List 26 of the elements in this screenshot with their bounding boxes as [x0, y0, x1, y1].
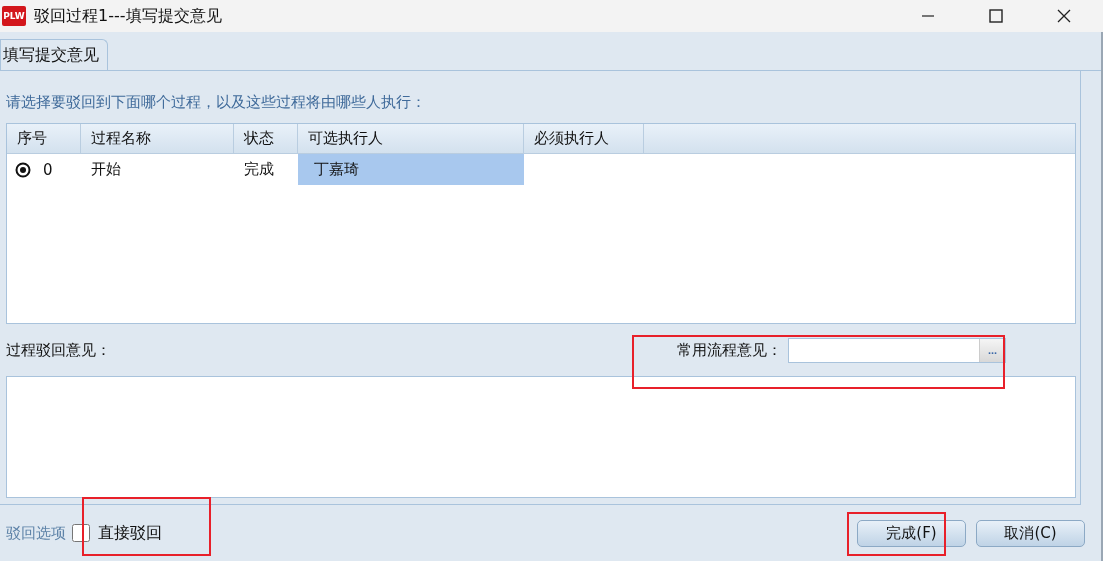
- browse-button[interactable]: ...: [979, 338, 1005, 362]
- options-label: 驳回选项: [6, 523, 66, 543]
- column-header[interactable]: 状态: [234, 124, 298, 153]
- table-cell: 完成: [244, 160, 274, 179]
- opinion-field[interactable]: [6, 376, 1076, 498]
- close-icon[interactable]: [1057, 9, 1071, 23]
- column-header[interactable]: 过程名称: [81, 124, 234, 153]
- checkbox-label[interactable]: 直接驳回: [98, 522, 162, 544]
- maximize-icon[interactable]: [989, 9, 1003, 23]
- column-header[interactable]: 可选执行人: [298, 124, 524, 153]
- instruction-text: 请选择要驳回到下面哪个过程，以及这些过程将由哪些人执行：: [6, 93, 427, 113]
- column-header[interactable]: 序号: [7, 124, 81, 153]
- tab[interactable]: 填写提交意见: [0, 39, 108, 70]
- dialog-button[interactable]: 完成(F): [857, 519, 966, 547]
- table-cell[interactable]: 丁嘉琦: [298, 154, 524, 185]
- table-cell: 开始: [91, 160, 121, 179]
- app-logo: PLW: [2, 6, 26, 26]
- common-opinion-field[interactable]: ...: [788, 337, 1006, 363]
- common-opinion-label: 常用流程意见：: [677, 340, 782, 360]
- radio-button[interactable]: [15, 161, 31, 178]
- table-cell: 0: [43, 160, 53, 179]
- opinion-label: 过程驳回意见：: [6, 340, 111, 360]
- dialog-button[interactable]: 取消(C): [976, 519, 1085, 547]
- window-title: 驳回过程1---填写提交意见: [34, 5, 222, 27]
- checkbox[interactable]: [72, 524, 90, 542]
- column-header[interactable]: 必须执行人: [524, 124, 644, 153]
